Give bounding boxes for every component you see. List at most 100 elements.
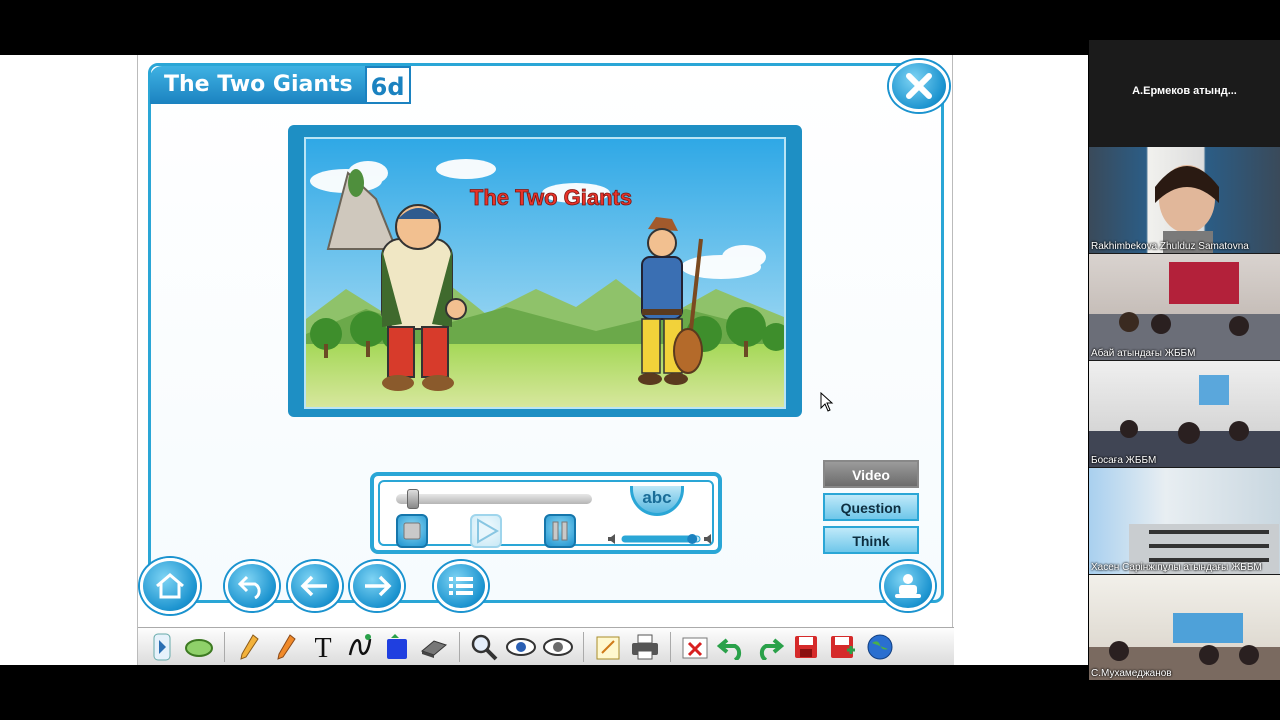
save-icon	[795, 635, 817, 658]
video-screen[interactable]: The Two Giants	[304, 137, 786, 409]
svg-text:T: T	[314, 633, 331, 661]
pause-button[interactable]	[544, 514, 576, 548]
mouse-tool-button[interactable]	[181, 630, 217, 664]
annotation-toolbar: T	[138, 627, 954, 665]
zoom-tool-button[interactable]	[466, 630, 502, 664]
participant-tile[interactable]: С.Мухамеджанов	[1089, 575, 1280, 680]
eraser-tool-button[interactable]	[416, 630, 452, 664]
close-button[interactable]	[889, 60, 949, 112]
redo-icon	[759, 637, 784, 660]
lesson-app-window: The Two Giants 6d The Two Giants abc Vid…	[137, 55, 954, 665]
print-button[interactable]	[627, 630, 663, 664]
robot-icon	[895, 574, 921, 598]
hide-area-button[interactable]	[503, 630, 539, 664]
video-player-frame: The Two Giants	[288, 125, 802, 417]
participant-tile[interactable]: Босаға ЖББМ	[1089, 361, 1280, 467]
save-as-button[interactable]	[825, 630, 861, 664]
video-call-participants-panel: А.Ермеков атынд... Rakhimbekova Zhulduz …	[1089, 40, 1280, 680]
freehand-tool-button[interactable]	[342, 630, 378, 664]
text-tool-button[interactable]: T	[305, 630, 341, 664]
highlighter-icon	[277, 633, 296, 660]
participant-name: С.Мухамеджанов	[1091, 668, 1172, 679]
participant-tile[interactable]: Хасен Сарінжіпұлы атындағы ЖББМ	[1089, 468, 1280, 574]
toolbar-separator	[670, 631, 671, 662]
lesson-title: The Two Giants	[150, 66, 365, 104]
curve-icon	[348, 633, 372, 655]
participant-name: Хасен Сарінжіпұлы атындағы ЖББМ	[1091, 562, 1262, 573]
screen: The Two Giants 6d The Two Giants abc Vid…	[0, 0, 1280, 720]
arrow-right-icon	[365, 575, 392, 597]
toolbar-toggle-button[interactable]	[144, 630, 180, 664]
contents-button[interactable]	[434, 561, 488, 611]
think-tab-button[interactable]: Think	[823, 526, 919, 554]
eraser-icon	[420, 639, 448, 658]
video-controls-panel: abc	[370, 472, 722, 554]
mouse-cursor-icon	[820, 392, 834, 412]
participant-tile[interactable]: Rakhimbekova Zhulduz Samatovna	[1089, 147, 1280, 253]
participant-video	[1089, 262, 1280, 360]
robot-helper-button[interactable]	[881, 561, 935, 611]
note-tool-button[interactable]	[590, 630, 626, 664]
globe-icon	[867, 634, 893, 659]
subtitles-button[interactable]: abc	[630, 486, 684, 516]
note-icon	[596, 636, 620, 659]
next-page-button[interactable]	[350, 561, 404, 611]
undo-annotation-button[interactable]	[714, 630, 750, 664]
clear-annotations-button[interactable]	[677, 630, 713, 664]
web-button[interactable]	[862, 630, 898, 664]
play-icon	[477, 518, 499, 544]
stop-button[interactable]	[396, 514, 428, 548]
arrow-left-icon	[300, 575, 327, 597]
lesson-unit: 6d	[364, 66, 411, 104]
video-caption: The Two Giants	[470, 185, 632, 210]
participant-name: Абай атындағы ЖББМ	[1091, 348, 1196, 359]
participant-video	[1089, 613, 1280, 680]
video-controls-inner: abc	[378, 480, 716, 548]
undo-icon	[237, 575, 261, 599]
play-button[interactable]	[470, 514, 502, 548]
stop-icon	[403, 522, 421, 540]
chevron-right-icon	[153, 633, 171, 660]
lesson-title-tab: The Two Giants 6d	[150, 65, 411, 105]
delete-icon	[682, 637, 708, 658]
volume-slider[interactable]	[606, 532, 716, 546]
participant-video	[1155, 165, 1219, 253]
participant-video	[1089, 375, 1280, 467]
save-icon	[831, 635, 855, 658]
seek-bar[interactable]	[396, 494, 592, 504]
video-frame-image: The Two Giants	[306, 139, 784, 407]
toolbar-separator	[224, 631, 225, 662]
save-button[interactable]	[788, 630, 824, 664]
home-button[interactable]	[140, 558, 200, 614]
question-tab-button[interactable]: Question	[823, 493, 919, 521]
mouse-icon	[185, 638, 213, 657]
toolbar-separator	[459, 631, 460, 662]
participant-tile[interactable]: Абай атындағы ЖББМ	[1089, 254, 1280, 360]
eye-icon	[506, 637, 536, 656]
list-icon	[449, 577, 473, 595]
text-icon: T	[314, 633, 331, 661]
previous-page-button[interactable]	[288, 561, 342, 611]
participant-name: Rakhimbekova Zhulduz Samatovna	[1091, 241, 1249, 252]
participant-video	[1129, 524, 1279, 574]
highlighter-tool-button[interactable]	[268, 630, 304, 664]
undo-button[interactable]	[225, 561, 279, 611]
pencil-icon	[240, 633, 259, 660]
eye-icon	[543, 637, 573, 656]
square-icon	[387, 633, 407, 659]
toolbar-separator	[583, 631, 584, 662]
video-tab-button[interactable]: Video	[823, 460, 919, 488]
redo-annotation-button[interactable]	[751, 630, 787, 664]
shape-tool-button[interactable]	[379, 630, 415, 664]
undo-icon	[717, 637, 742, 660]
pencil-tool-button[interactable]	[231, 630, 267, 664]
host-name: А.Ермеков атынд...	[1132, 85, 1237, 97]
volume-low-icon	[608, 534, 615, 544]
printer-icon	[632, 634, 658, 659]
home-icon	[156, 573, 184, 599]
participant-name: Босаға ЖББМ	[1091, 455, 1157, 466]
reveal-area-button[interactable]	[540, 630, 576, 664]
seek-thumb[interactable]	[407, 489, 420, 509]
host-tile[interactable]: А.Ермеков атынд...	[1089, 40, 1280, 146]
volume-high-icon	[704, 534, 711, 544]
